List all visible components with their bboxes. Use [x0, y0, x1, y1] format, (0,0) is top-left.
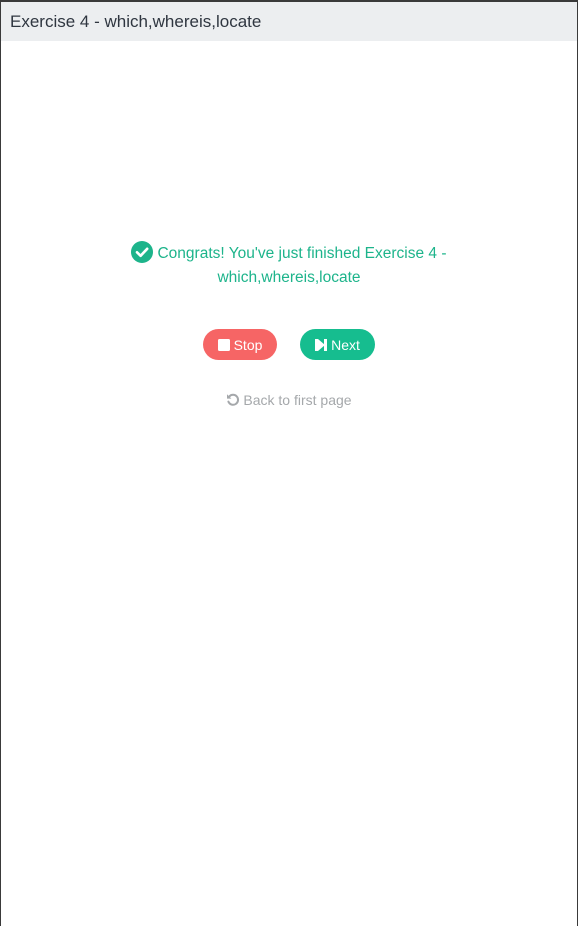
completion-message: Congrats! You've just finished Exercise …	[1, 241, 577, 290]
app-window: Exercise 4 - which,whereis,locate Congra…	[0, 0, 578, 926]
next-button-label: Next	[331, 336, 360, 353]
action-buttons: Stop Next	[1, 329, 577, 360]
stop-button[interactable]: Stop	[203, 329, 277, 360]
completion-text: Congrats! You've just finished Exercise …	[157, 245, 447, 286]
check-circle-icon	[131, 241, 154, 263]
undo-icon	[227, 393, 240, 406]
back-link-label: Back to first page	[243, 392, 352, 408]
header-bar: Exercise 4 - which,whereis,locate	[1, 2, 577, 41]
back-to-first-page-link[interactable]: Back to first page	[226, 392, 352, 408]
stop-icon	[217, 338, 230, 351]
back-to-first-page-container: Back to first page	[1, 392, 577, 410]
stop-button-label: Stop	[233, 336, 263, 353]
next-button[interactable]: Next	[300, 329, 375, 360]
page-title: Exercise 4 - which,whereis,locate	[10, 11, 262, 31]
step-forward-icon	[315, 338, 328, 351]
